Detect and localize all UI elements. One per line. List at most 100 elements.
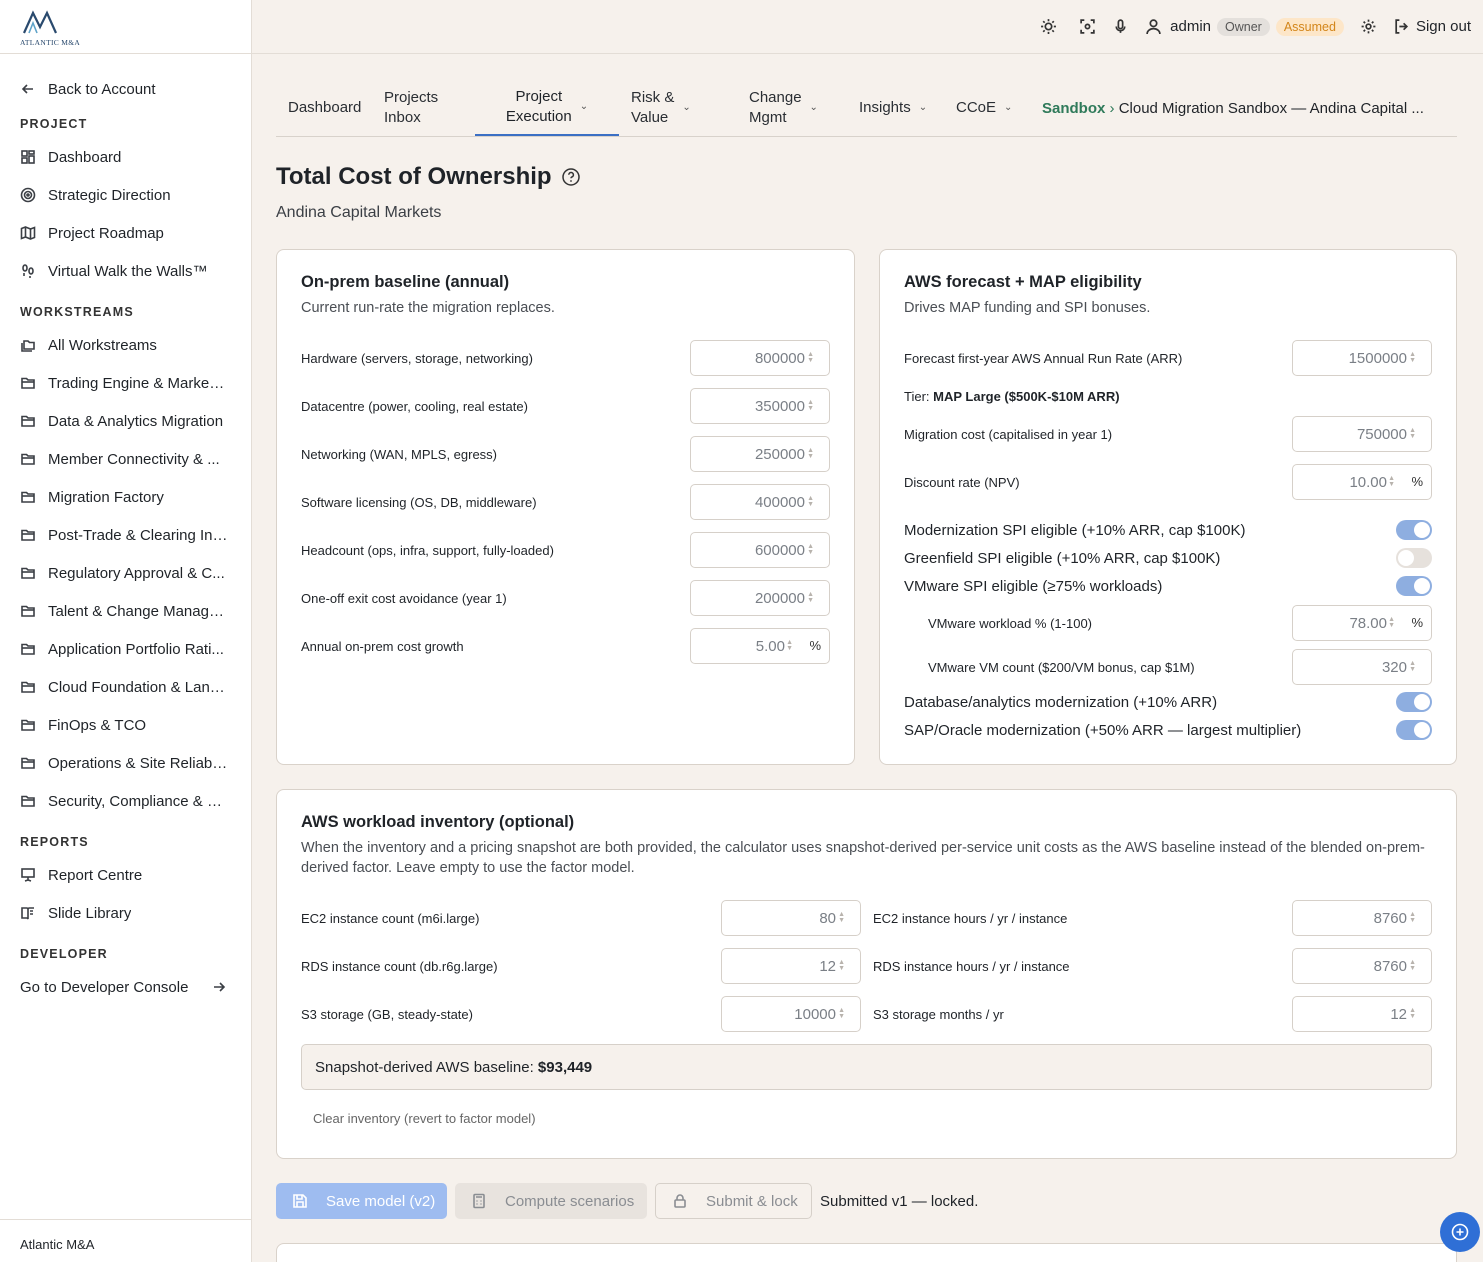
clear-inventory-button[interactable]: Clear inventory (revert to factor model) [313,1111,536,1126]
inventory-field-row: EC2 instance hours / yr / instance 8760 ▲ ▼ [873,900,1432,936]
spinner-icon[interactable]: ▲ ▼ [1409,959,1416,972]
tab-insights[interactable]: Insights ⌄ [847,79,944,136]
tab-label-line: Insights [859,98,911,116]
number-input[interactable]: 250000 ▲ ▼ [690,436,830,472]
tab-projects-inbox[interactable]: Projects Inbox [372,79,475,136]
tab-dashboard[interactable]: Dashboard [276,79,372,136]
number-input[interactable]: 600000 ▲ ▼ [690,532,830,568]
vmware-count-input[interactable]: 320 ▲ ▼ [1292,649,1432,685]
sidebar-item-post-trade-clearing-int[interactable]: Post-Trade & Clearing Int... [0,516,251,554]
folder-icon [20,793,36,809]
inventory-desc: When the inventory and a pricing snapsho… [301,840,1425,876]
back-to-account-link[interactable]: Back to Account [0,70,251,108]
spinner-icon[interactable]: ▲ ▼ [807,351,814,364]
sidebar-item-label: Slide Library [48,904,132,922]
sidebar-item-finops-tco[interactable]: FinOps & TCO [0,706,251,744]
number-input[interactable]: 400000 ▲ ▼ [690,484,830,520]
vmware-pct-input[interactable]: 78.00 ▲ ▼% [1292,605,1432,641]
section-workstreams: WORKSTREAMS [20,305,134,319]
save-model-button[interactable]: Save model (v2) [276,1183,447,1219]
number-input[interactable]: 5.00 ▲ ▼% [690,628,830,664]
spinner-icon[interactable]: ▲ ▼ [1388,616,1395,629]
spinner-icon[interactable]: ▲ ▼ [807,399,814,412]
toggle-switch[interactable] [1396,720,1432,740]
tab-ccoe[interactable]: CCoE ⌄ [944,79,1020,136]
sidebar-item-security-compliance-r[interactable]: Security, Compliance & R... [0,782,251,820]
sidebar-item-strategic-direction[interactable]: Strategic Direction [0,176,251,214]
toggle-switch[interactable] [1396,692,1432,712]
sidebar-item-data-analytics-migration[interactable]: Data & Analytics Migration [0,402,251,440]
help-icon[interactable] [561,167,581,187]
microphone-button[interactable] [1112,18,1129,35]
spinner-icon[interactable]: ▲ ▼ [838,1007,845,1020]
spinner-icon[interactable]: ▲ ▼ [1409,427,1416,440]
breadcrumb: Sandbox › Cloud Migration Sandbox — Andi… [1042,100,1424,117]
tab-change-mgmt[interactable]: Change Mgmt ⌄ [737,79,847,136]
number-input[interactable]: 200000 ▲ ▼ [690,580,830,616]
spinner-icon[interactable]: ▲ ▼ [807,447,814,460]
spinner-icon[interactable]: ▲ ▼ [786,639,793,652]
logo[interactable]: ATLANTIC M&A [0,0,251,54]
toggle-switch[interactable] [1396,548,1432,568]
settings-button[interactable] [1360,18,1377,35]
sidebar-item-migration-factory[interactable]: Migration Factory [0,478,251,516]
sidebar-item-application-portfolio-rati[interactable]: Application Portfolio Rati... [0,630,251,668]
migration-cost-input[interactable]: 750000 ▲ ▼ [1292,416,1432,452]
theme-toggle-button[interactable] [1040,18,1057,35]
number-input[interactable]: 8760 ▲ ▼ [1292,948,1432,984]
number-input[interactable]: 12 ▲ ▼ [1292,996,1432,1032]
spinner-icon[interactable]: ▲ ▼ [807,495,814,508]
sidebar-item-dashboard[interactable]: Dashboard [0,138,251,176]
folder-icon [20,413,36,429]
sidebar-item-project-roadmap[interactable]: Project Roadmap [0,214,251,252]
sidebar-item-regulatory-approval-c[interactable]: Regulatory Approval & C... [0,554,251,592]
tab-project-execution[interactable]: Project Execution ⌄ [475,79,619,136]
number-input[interactable]: 10000 ▲ ▼ [721,996,861,1032]
folder-icon [20,451,36,467]
spinner-icon[interactable]: ▲ ▼ [1388,475,1395,488]
breadcrumb-sandbox-link[interactable]: Sandbox [1042,100,1105,117]
spinner-icon[interactable]: ▲ ▼ [1409,1007,1416,1020]
number-input[interactable]: 12 ▲ ▼ [721,948,861,984]
developer-console-link[interactable]: Go to Developer Console [0,968,251,1006]
sidebar-item-operations-site-reliabil[interactable]: Operations & Site Reliabil... [0,744,251,782]
toggle-row: VMware SPI eligible (≥75% workloads) [904,576,1432,596]
spinner-icon[interactable]: ▲ ▼ [1409,911,1416,924]
arr-input[interactable]: 1500000 ▲ ▼ [1292,340,1432,376]
sidebar-item-label: Data & Analytics Migration [48,412,224,430]
compute-scenarios-button[interactable]: Compute scenarios [455,1183,647,1219]
user-menu[interactable]: admin Owner Assumed [1145,17,1344,36]
sidebar-item-virtual-walk-the-walls[interactable]: Virtual Walk the Walls™ [0,252,251,290]
spinner-icon[interactable]: ▲ ▼ [1409,351,1416,364]
toggle-switch[interactable] [1396,576,1432,596]
sidebar-item-trading-engine-market[interactable]: Trading Engine & Market ... [0,364,251,402]
number-input[interactable]: 350000 ▲ ▼ [690,388,830,424]
sidebar-item-cloud-foundation-land[interactable]: Cloud Foundation & Land... [0,668,251,706]
input-value: 12 [1390,1005,1407,1023]
sidebar-item-talent-change-manage[interactable]: Talent & Change Manage... [0,592,251,630]
discount-rate-input[interactable]: 10.00 ▲ ▼% [1292,464,1432,500]
sidebar-item-slide-library[interactable]: Slide Library [0,894,251,932]
chat-fab-button[interactable] [1440,1212,1480,1252]
sidebar-item-report-centre[interactable]: Report Centre [0,856,251,894]
grid-icon [20,149,36,165]
tab-label: Projects Inbox [384,88,438,128]
spinner-icon[interactable]: ▲ ▼ [838,911,845,924]
breadcrumb-current: Cloud Migration Sandbox — Andina Capital… [1118,99,1424,117]
spinner-icon[interactable]: ▲ ▼ [838,959,845,972]
sign-out-button[interactable]: Sign out [1393,18,1471,35]
number-input[interactable]: 80 ▲ ▼ [721,900,861,936]
sidebar-item-member-connectivity[interactable]: Member Connectivity & ... [0,440,251,478]
number-input[interactable]: 800000 ▲ ▼ [690,340,830,376]
screenshot-button[interactable] [1079,18,1096,35]
spinner-icon[interactable]: ▲ ▼ [1409,660,1416,673]
tab-risk-value[interactable]: Risk & Value ⌄ [619,79,737,136]
toggle-label: Modernization SPI eligible (+10% ARR, ca… [904,521,1246,539]
toggle-switch[interactable] [1396,520,1432,540]
number-input[interactable]: 8760 ▲ ▼ [1292,900,1432,936]
sidebar-item-all-workstreams[interactable]: All Workstreams [0,326,251,364]
spinner-icon[interactable]: ▲ ▼ [807,591,814,604]
input-value: 200000 [754,589,805,607]
spinner-icon[interactable]: ▲ ▼ [807,543,814,556]
submit-lock-button[interactable]: Submit & lock [655,1183,812,1219]
